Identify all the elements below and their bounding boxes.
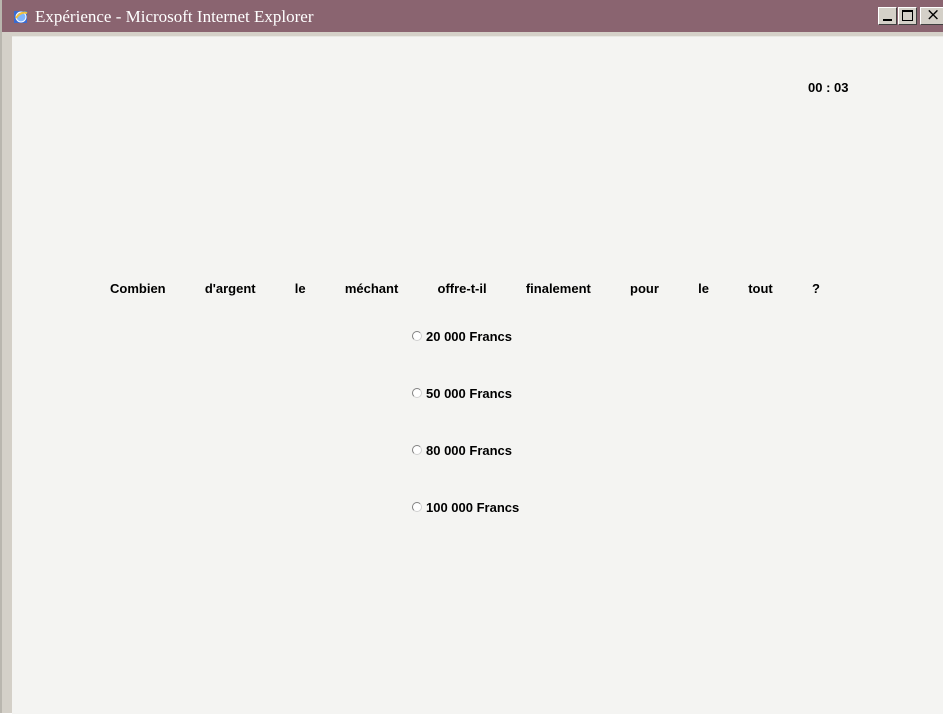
question-text: Combien d'argent le méchant offre-t-il f… — [110, 281, 820, 296]
question-word: pour — [630, 281, 659, 296]
question-word: méchant — [344, 281, 399, 296]
minimize-button[interactable] — [878, 7, 897, 25]
countdown-timer: 00 : 03 — [808, 80, 849, 95]
radio-button[interactable] — [412, 502, 422, 512]
page-content: 00 : 03 Combien d'argent le méchant offr… — [12, 36, 943, 714]
radio-button[interactable] — [412, 388, 422, 398]
question-word: Combien — [110, 281, 166, 296]
question-word: tout — [748, 281, 773, 296]
question-word: offre-t-il — [437, 281, 487, 296]
answer-option-80000[interactable]: 80 000 Francs — [412, 441, 512, 459]
answer-label: 50 000 Francs — [426, 385, 513, 401]
window-title: Expérience - Microsoft Internet Explorer — [35, 7, 314, 26]
maximize-button[interactable] — [898, 7, 917, 25]
question-word: d'argent — [204, 281, 256, 296]
question-word: le — [294, 281, 306, 296]
internet-explorer-icon — [14, 11, 28, 23]
close-icon: × — [926, 5, 941, 25]
radio-button[interactable] — [412, 331, 422, 341]
question-word: ? — [811, 281, 820, 296]
title-bar[interactable]: Expérience - Microsoft Internet Explorer… — [2, 0, 943, 32]
question-word: le — [698, 281, 709, 296]
close-button[interactable]: × — [920, 5, 943, 25]
answer-option-50000[interactable]: 50 000 Francs — [412, 384, 512, 402]
question-word: finalement — [525, 281, 591, 296]
answer-label: 20 000 Francs — [426, 328, 513, 344]
answer-option-100000[interactable]: 100 000 Francs — [412, 498, 519, 516]
radio-button[interactable] — [412, 445, 422, 455]
answer-label: 100 000 Francs — [426, 499, 520, 515]
browser-window: Expérience - Microsoft Internet Explorer… — [0, 0, 943, 714]
answer-label: 80 000 Francs — [426, 442, 513, 458]
answer-option-20000[interactable]: 20 000 Francs — [412, 327, 512, 345]
